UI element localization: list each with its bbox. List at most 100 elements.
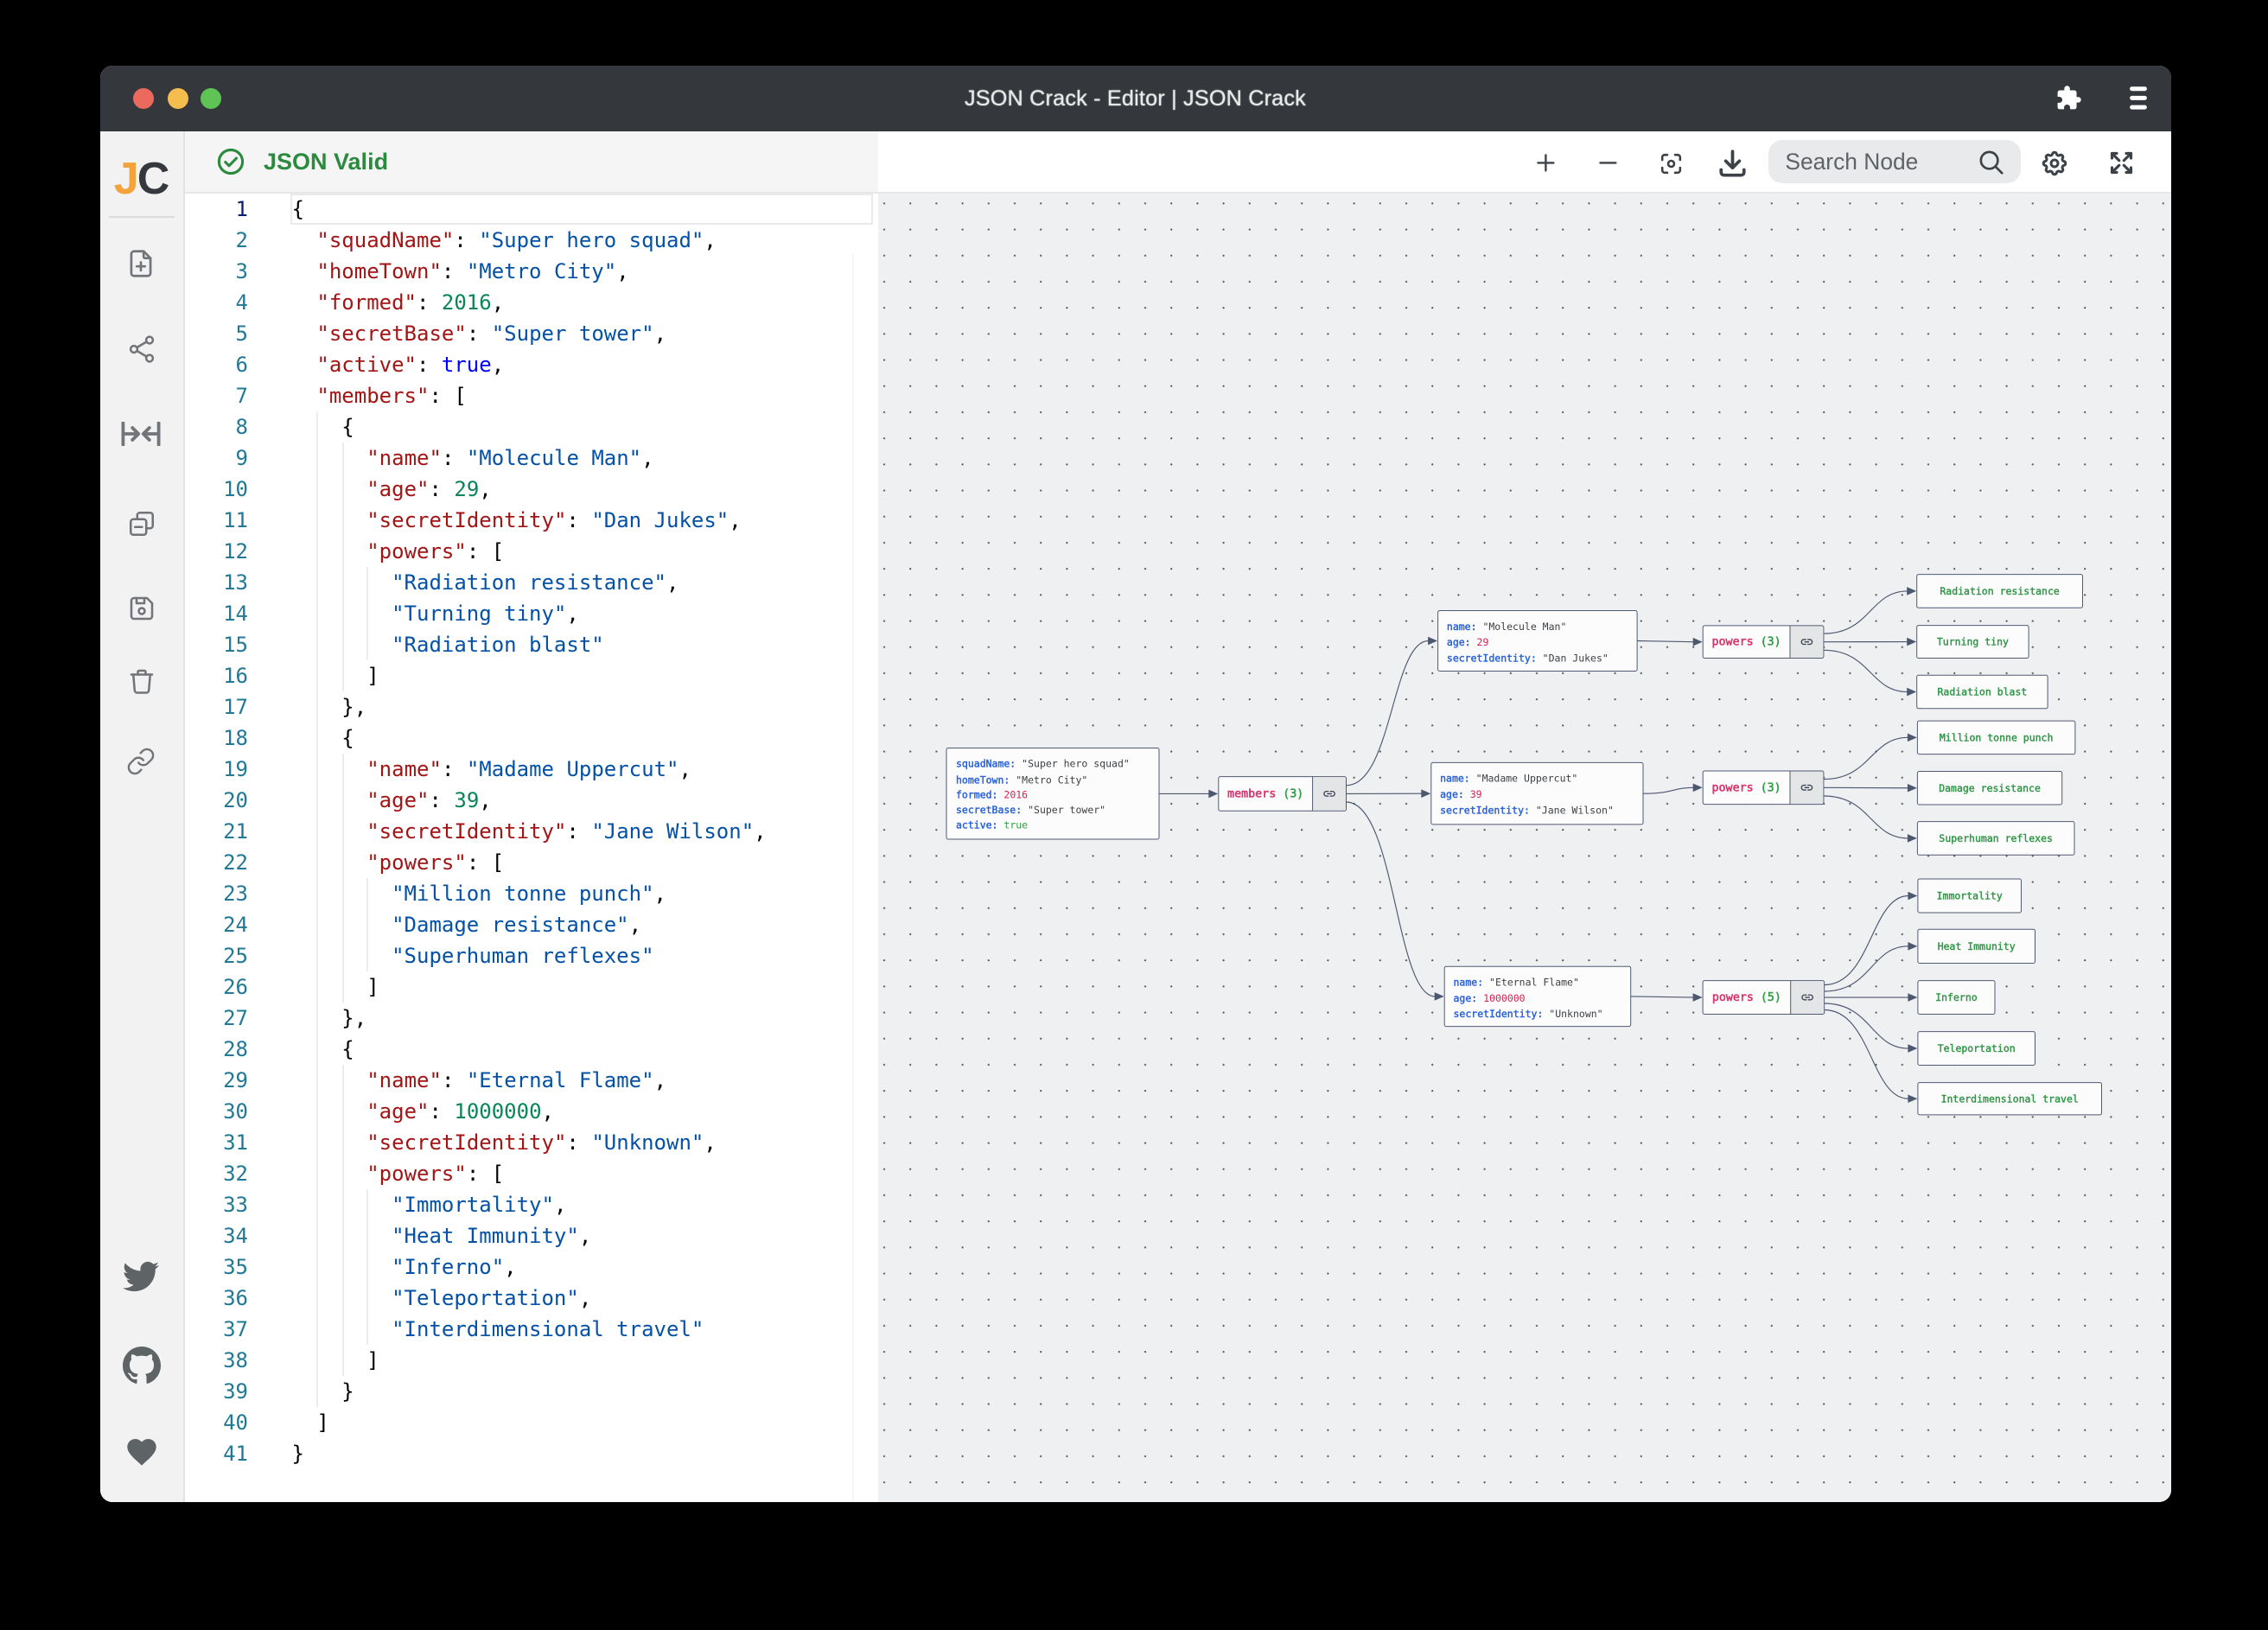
line-number: 8 bbox=[184, 412, 248, 443]
json-valid-status: JSON Valid bbox=[264, 131, 388, 193]
code-text: "Heat Immunity", bbox=[292, 1221, 592, 1252]
fullscreen-button[interactable] bbox=[2106, 150, 2135, 178]
line-number: 39 bbox=[184, 1377, 248, 1408]
share-graph-button[interactable] bbox=[99, 333, 182, 364]
graph-node-m3[interactable]: name: "Eternal Flame"age: 1000000secretI… bbox=[1444, 965, 1631, 1025]
line-number: 13 bbox=[184, 568, 248, 599]
link-icon bbox=[126, 747, 156, 776]
line-number: 14 bbox=[184, 599, 248, 630]
code-text: "powers": [ bbox=[292, 537, 505, 568]
graph-node-l7[interactable]: Immortality bbox=[1918, 878, 2022, 912]
code-line: 2 "squadName": "Super hero squad", bbox=[184, 226, 878, 257]
new-file-button[interactable] bbox=[99, 247, 182, 280]
graph-node-p2[interactable]: powers (3) bbox=[1703, 770, 1824, 804]
graph-node-l1[interactable]: Radiation resistance bbox=[1917, 574, 2083, 608]
code-text: "Radiation resistance", bbox=[292, 568, 679, 599]
code-line: 36 "Teleportation", bbox=[184, 1283, 878, 1315]
github-icon bbox=[122, 1346, 160, 1384]
share-graph-icon bbox=[125, 333, 156, 364]
code-line: 3 "homeTown": "Metro City", bbox=[184, 257, 878, 288]
code-text: "homeTown": "Metro City", bbox=[292, 257, 629, 288]
line-number: 6 bbox=[184, 350, 248, 381]
code-line: 23 "Million tonne punch", bbox=[184, 879, 878, 910]
menu-icon[interactable] bbox=[2129, 87, 2146, 111]
line-number: 19 bbox=[184, 755, 248, 786]
code-text: "formed": 2016, bbox=[292, 288, 505, 319]
node-text: Radiation blast bbox=[1937, 685, 2027, 697]
node-row: name: "Madame Uppercut" bbox=[1440, 772, 1577, 784]
search-input[interactable] bbox=[1768, 140, 1972, 183]
graph-canvas[interactable]: squadName: "Super hero squad"homeTown: "… bbox=[878, 193, 2171, 1501]
graph-node-l5[interactable]: Damage resistance bbox=[1917, 771, 2061, 805]
graph-node-l3[interactable]: Radiation blast bbox=[1917, 674, 2048, 708]
app-logo[interactable]: JC bbox=[99, 152, 182, 206]
node-row: age: 1000000 bbox=[1454, 991, 1526, 1003]
node-row: secretIdentity: "Jane Wilson" bbox=[1440, 803, 1614, 815]
code-text: "Turning tiny", bbox=[292, 599, 579, 630]
line-number: 33 bbox=[184, 1190, 248, 1221]
code-line: 19 "name": "Madame Uppercut", bbox=[184, 755, 878, 786]
graph-node-l2[interactable]: Turning tiny bbox=[1917, 625, 2029, 658]
node-row: secretBase: "Super tower" bbox=[956, 803, 1105, 815]
code-line: 27 }, bbox=[184, 1003, 878, 1035]
download-button[interactable] bbox=[1717, 148, 1749, 180]
graph-node-l10[interactable]: Teleportation bbox=[1918, 1031, 2035, 1065]
line-number: 26 bbox=[184, 972, 248, 1003]
graph-node-p3[interactable]: powers (5) bbox=[1703, 980, 1825, 1014]
code-text: ] bbox=[292, 661, 379, 692]
code-text: }, bbox=[292, 692, 367, 723]
code-line: 11 "secretIdentity": "Dan Jukes", bbox=[184, 506, 878, 537]
graph-node-l4[interactable]: Million tonne punch bbox=[1917, 720, 2075, 754]
share-link-button[interactable] bbox=[99, 747, 182, 776]
sponsor-button[interactable] bbox=[99, 1435, 182, 1469]
editor-scrollbar-border bbox=[853, 254, 854, 1501]
save-button[interactable] bbox=[99, 593, 182, 624]
line-number: 24 bbox=[184, 910, 248, 941]
zoom-out-button[interactable] bbox=[1596, 151, 1621, 176]
graph-node-l11[interactable]: Interdimensional travel bbox=[1918, 1082, 2102, 1114]
extension-puzzle-icon[interactable] bbox=[2055, 86, 2082, 112]
line-number: 30 bbox=[184, 1097, 248, 1128]
search-icon[interactable] bbox=[1977, 148, 2004, 175]
settings-button[interactable] bbox=[2040, 149, 2069, 178]
graph-node-l9[interactable]: Inferno bbox=[1918, 980, 1995, 1014]
node-label: powers (5) bbox=[1712, 990, 1781, 1003]
graph-node-root[interactable]: squadName: "Super hero squad"homeTown: "… bbox=[946, 748, 1159, 839]
copy-minus-button[interactable] bbox=[99, 507, 182, 538]
graph-node-l6[interactable]: Superhuman reflexes bbox=[1917, 821, 2074, 855]
graph-node-m1[interactable]: name: "Molecule Man"age: 29secretIdentit… bbox=[1438, 610, 1638, 671]
line-number: 1 bbox=[184, 194, 248, 226]
github-button[interactable] bbox=[99, 1346, 182, 1384]
line-number: 2 bbox=[184, 226, 248, 257]
editor-panel: JSON Valid 1 {2 "squadName": "Super hero … bbox=[184, 131, 878, 1501]
node-label: members (3) bbox=[1227, 786, 1303, 799]
code-editor[interactable]: 1 {2 "squadName": "Super hero squad",3 "h… bbox=[184, 193, 878, 1501]
line-number: 35 bbox=[184, 1252, 248, 1283]
code-text: { bbox=[292, 723, 354, 755]
graph-node-l8[interactable]: Heat Immunity bbox=[1918, 928, 2035, 962]
code-text: { bbox=[292, 194, 304, 226]
line-number: 20 bbox=[184, 786, 248, 817]
code-line: 32 "powers": [ bbox=[184, 1159, 878, 1190]
graph-node-p1[interactable]: powers (3) bbox=[1703, 625, 1824, 658]
code-text: "age": 1000000, bbox=[292, 1097, 555, 1128]
code-text: "secretIdentity": "Dan Jukes", bbox=[292, 506, 742, 537]
graph-node-members[interactable]: members (3) bbox=[1219, 776, 1347, 811]
line-number: 25 bbox=[184, 941, 248, 972]
zoom-in-button[interactable] bbox=[1533, 151, 1558, 176]
line-number: 9 bbox=[184, 443, 248, 474]
node-label: powers (3) bbox=[1712, 634, 1781, 647]
save-floppy-icon bbox=[125, 593, 156, 624]
node-row: age: 39 bbox=[1440, 787, 1482, 799]
code-line: 25 "Superhuman reflexes" bbox=[184, 941, 878, 972]
code-text: "age": 29, bbox=[292, 474, 492, 506]
twitter-button[interactable] bbox=[99, 1258, 182, 1295]
graph-node-m2[interactable]: name: "Madame Uppercut" age: 39 secretIden… bbox=[1431, 761, 1643, 824]
code-text: "Interdimensional travel" bbox=[292, 1315, 704, 1346]
delete-button[interactable] bbox=[99, 665, 182, 697]
fold-width-button[interactable] bbox=[99, 421, 182, 445]
line-number: 21 bbox=[184, 817, 248, 848]
code-line: 24 "Damage resistance", bbox=[184, 910, 878, 941]
code-line: 17 }, bbox=[184, 692, 878, 723]
center-focus-button[interactable] bbox=[1657, 150, 1684, 177]
